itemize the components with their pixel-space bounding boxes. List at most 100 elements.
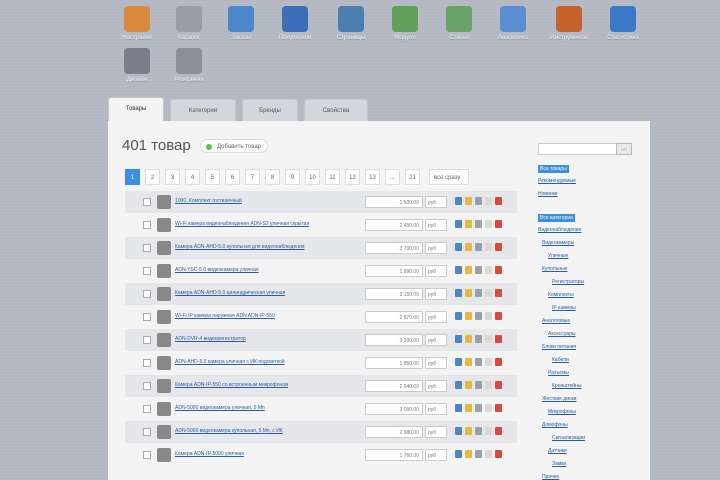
delete-icon[interactable]	[495, 358, 502, 366]
preview-icon[interactable]	[485, 381, 492, 389]
currency-select[interactable]: руб	[425, 403, 447, 415]
category-link[interactable]: Домофоны	[542, 422, 568, 428]
category-link[interactable]: Кабели	[552, 357, 569, 363]
product-name-link[interactable]: Wi-Fi IP камера наружная ADN ADN-IP-550	[175, 313, 275, 319]
price-input[interactable]: 1 760.00	[365, 449, 423, 461]
product-name-link[interactable]: Камера ADN-IP-550 со встроенным микрофон…	[175, 382, 288, 388]
preview-icon[interactable]	[485, 404, 492, 412]
toolbar-app-0[interactable]: Настройки	[112, 6, 162, 41]
product-name-link[interactable]: ADN-YSC-5.0 видеокамера уличная	[175, 267, 259, 273]
currency-select[interactable]: руб	[425, 242, 447, 254]
page-link[interactable]: ...	[385, 169, 400, 185]
currency-select[interactable]: руб	[425, 426, 447, 438]
page-link[interactable]: 13	[365, 169, 380, 185]
toolbar-app-4[interactable]: Страницы	[326, 6, 376, 41]
page-link[interactable]: 6	[225, 169, 240, 185]
copy-icon[interactable]	[475, 266, 482, 274]
page-link[interactable]: 1	[125, 169, 140, 185]
category-link[interactable]: Аксессуары	[548, 331, 575, 337]
enable-icon[interactable]	[455, 289, 462, 297]
category-link[interactable]: Блоки питания	[542, 344, 576, 350]
product-name-link[interactable]: Wi-Fi камера видеонаблюдения ADN-S2 улич…	[175, 221, 309, 227]
row-checkbox[interactable]	[143, 313, 151, 321]
page-link[interactable]: 3	[165, 169, 180, 185]
category-link[interactable]: Сигнализации	[552, 435, 585, 441]
search-button[interactable]: →	[616, 143, 632, 155]
copy-icon[interactable]	[475, 450, 482, 458]
copy-icon[interactable]	[475, 220, 482, 228]
toolbar-app-1[interactable]: Каталог	[164, 6, 214, 41]
category-link[interactable]: Микрофоны	[548, 409, 576, 415]
preview-icon[interactable]	[485, 335, 492, 343]
delete-icon[interactable]	[495, 335, 502, 343]
currency-select[interactable]: руб	[425, 288, 447, 300]
tab-1[interactable]: Категории	[170, 99, 236, 121]
row-checkbox[interactable]	[143, 359, 151, 367]
featured-icon[interactable]	[465, 266, 472, 274]
featured-icon[interactable]	[465, 243, 472, 251]
tab-3[interactable]: Свойства	[304, 99, 368, 121]
preview-icon[interactable]	[485, 197, 492, 205]
price-input[interactable]: 1 850.00	[365, 357, 423, 369]
category-link[interactable]: Все товары	[538, 165, 569, 173]
product-name-link[interactable]: ADN-5000 видеокамера купольная, 5 Мп, с …	[175, 428, 283, 434]
copy-icon[interactable]	[475, 404, 482, 412]
enable-icon[interactable]	[455, 381, 462, 389]
page-link[interactable]: 4	[185, 169, 200, 185]
copy-icon[interactable]	[475, 312, 482, 320]
preview-icon[interactable]	[485, 450, 492, 458]
enable-icon[interactable]	[455, 450, 462, 458]
page-link[interactable]: 12	[345, 169, 360, 185]
category-link[interactable]: Разъемы	[548, 370, 569, 376]
tab-2[interactable]: Бренды	[242, 99, 298, 121]
enable-icon[interactable]	[455, 243, 462, 251]
toolbar-app-8[interactable]: Инструменты	[544, 6, 594, 41]
preview-icon[interactable]	[485, 312, 492, 320]
delete-icon[interactable]	[495, 404, 502, 412]
price-input[interactable]: 2 980.00	[365, 426, 423, 438]
category-link[interactable]: Новинки	[538, 191, 558, 197]
product-name-link[interactable]: ADN-5000 видеокамера уличная, 5 Мп	[175, 405, 265, 411]
category-link[interactable]: Видеонаблюдение	[538, 227, 581, 233]
delete-icon[interactable]	[495, 266, 502, 274]
product-name-link[interactable]: ADN-DVR-4 видеорегистратор	[175, 336, 246, 342]
preview-icon[interactable]	[485, 220, 492, 228]
enable-icon[interactable]	[455, 404, 462, 412]
currency-select[interactable]: руб	[425, 334, 447, 346]
row-checkbox[interactable]	[143, 382, 151, 390]
toolbar-app-9[interactable]: Статистика	[598, 6, 648, 41]
currency-select[interactable]: руб	[425, 196, 447, 208]
enable-icon[interactable]	[455, 427, 462, 435]
toolbar-app-7[interactable]: Аналитика	[488, 6, 538, 41]
preview-icon[interactable]	[485, 266, 492, 274]
category-link[interactable]: Кронштейны	[552, 383, 581, 389]
product-name-link[interactable]: ADN-AHD-5.0 камера уличная с ИК-подсветк…	[175, 359, 285, 365]
delete-icon[interactable]	[495, 381, 502, 389]
preview-icon[interactable]	[485, 243, 492, 251]
enable-icon[interactable]	[455, 312, 462, 320]
row-checkbox[interactable]	[143, 221, 151, 229]
delete-icon[interactable]	[495, 427, 502, 435]
page-link[interactable]: 5	[205, 169, 220, 185]
toolbar-app-6[interactable]: Статьи	[434, 6, 484, 41]
row-checkbox[interactable]	[143, 428, 151, 436]
price-input[interactable]: 1 990.00	[365, 265, 423, 277]
featured-icon[interactable]	[465, 312, 472, 320]
page-link[interactable]: 7	[245, 169, 260, 185]
price-input[interactable]: 3 700.00	[365, 242, 423, 254]
page-link[interactable]: 11	[325, 169, 340, 185]
page-link[interactable]: 9	[285, 169, 300, 185]
preview-icon[interactable]	[485, 427, 492, 435]
currency-select[interactable]: руб	[425, 219, 447, 231]
featured-icon[interactable]	[465, 427, 472, 435]
delete-icon[interactable]	[495, 197, 502, 205]
category-link[interactable]: IP камеры	[552, 305, 576, 311]
copy-icon[interactable]	[475, 243, 482, 251]
featured-icon[interactable]	[465, 289, 472, 297]
price-input[interactable]: 3 090.00	[365, 403, 423, 415]
category-link[interactable]: Аналоговые	[542, 318, 570, 324]
row-checkbox[interactable]	[143, 405, 151, 413]
featured-icon[interactable]	[465, 197, 472, 205]
price-input[interactable]: 3 200.00	[365, 334, 423, 346]
toolbar-app-10[interactable]: Дизайн	[112, 48, 162, 83]
